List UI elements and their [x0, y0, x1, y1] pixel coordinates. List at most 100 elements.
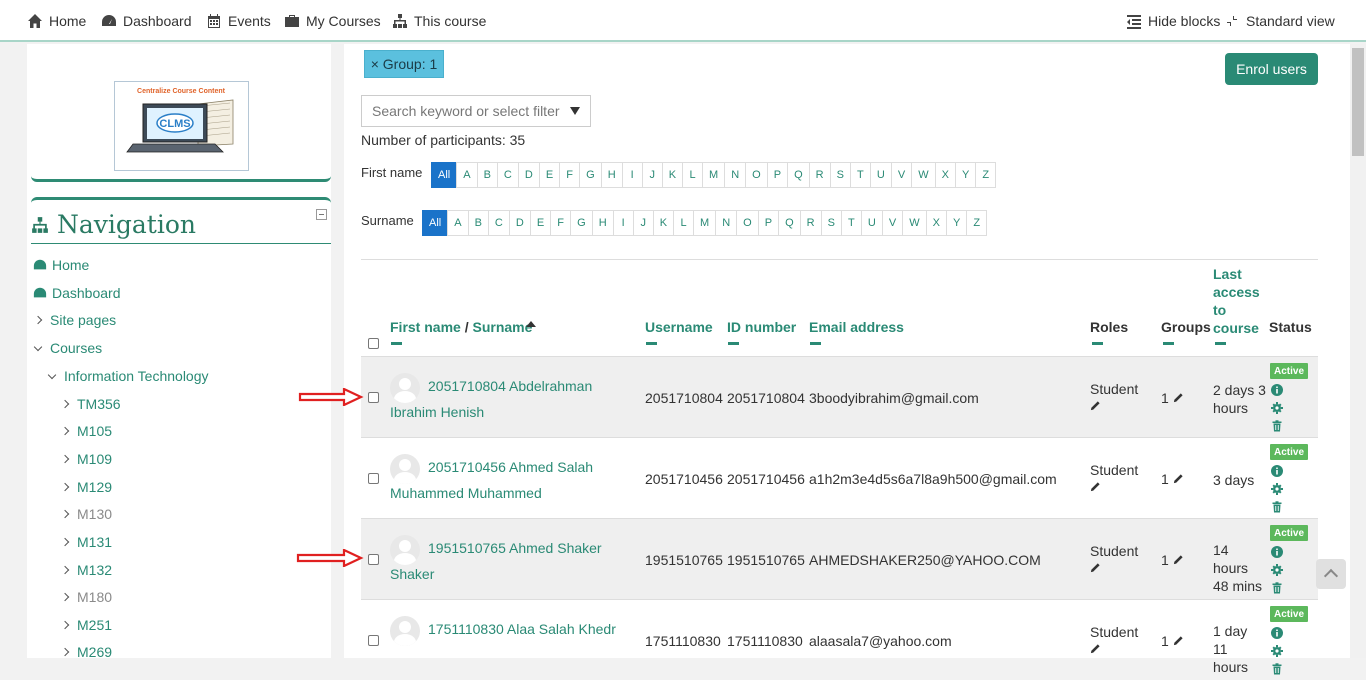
surname-initial-q[interactable]: Q	[778, 210, 801, 236]
info-icon[interactable]	[1271, 545, 1283, 558]
nav-tree-course[interactable]: M131	[60, 534, 112, 550]
participant-name-link[interactable]: 1751110830 Alaa Salah Khedr	[428, 616, 616, 642]
surname-initial-b[interactable]: B	[467, 210, 489, 236]
info-icon[interactable]	[1271, 383, 1283, 396]
participant-name-link[interactable]: 1951510765 Ahmed Shaker	[428, 535, 602, 561]
surname-initial-o[interactable]: O	[736, 210, 759, 236]
nav-this-course[interactable]: This course	[392, 11, 486, 31]
hide-column-icon[interactable]	[646, 342, 657, 345]
nav-tree-course[interactable]: M251	[60, 617, 112, 633]
surname-initial-g[interactable]: G	[570, 210, 593, 236]
nav-tree-dashboard[interactable]: Dashboard	[33, 285, 121, 301]
page-scrollbar[interactable]	[1350, 44, 1366, 658]
trash-icon[interactable]	[1271, 581, 1283, 594]
first-name-initial-w[interactable]: W	[911, 162, 936, 188]
edit-pencil-icon[interactable]	[1090, 400, 1101, 411]
edit-pencil-icon[interactable]	[1090, 643, 1101, 654]
nav-my-courses[interactable]: My Courses	[284, 11, 381, 31]
surname-initial-w[interactable]: W	[902, 210, 927, 236]
info-icon[interactable]	[1271, 626, 1283, 639]
nav-tree-home[interactable]: Home	[33, 257, 89, 273]
surname-initial-v[interactable]: V	[881, 210, 904, 236]
hide-column-icon[interactable]	[1215, 342, 1226, 345]
edit-pencil-icon[interactable]	[1173, 392, 1184, 403]
first-name-initial-j[interactable]: J	[641, 162, 663, 188]
collapse-block-button[interactable]	[316, 209, 327, 220]
nav-tree-course[interactable]: M130	[60, 506, 112, 522]
gear-icon[interactable]	[1271, 644, 1283, 657]
site-logo[interactable]: Centralize Course Content CLMS	[114, 81, 249, 171]
first-name-initial-y[interactable]: Y	[954, 162, 977, 188]
first-name-initial-t[interactable]: T	[849, 162, 871, 188]
first-name-initial-n[interactable]: N	[724, 162, 747, 188]
surname-initial-k[interactable]: K	[652, 210, 675, 236]
first-name-initial-s[interactable]: S	[829, 162, 851, 188]
hide-column-icon[interactable]	[810, 342, 821, 345]
scrollbar-thumb[interactable]	[1352, 48, 1364, 156]
first-name-initial-h[interactable]: H	[600, 162, 623, 188]
first-name-initial-v[interactable]: V	[890, 162, 913, 188]
first-name-initial-r[interactable]: R	[808, 162, 831, 188]
hide-column-icon[interactable]	[728, 342, 739, 345]
surname-initial-e[interactable]: E	[529, 210, 552, 236]
nav-tree-courses[interactable]: Courses	[33, 340, 102, 356]
enrol-users-button[interactable]: Enrol users	[1225, 53, 1318, 85]
surname-initial-i[interactable]: I	[612, 210, 634, 236]
first-name-initial-o[interactable]: O	[745, 162, 768, 188]
nav-home[interactable]: Home	[27, 11, 86, 31]
surname-initial-u[interactable]: U	[860, 210, 883, 236]
surname-initial-s[interactable]: S	[820, 210, 842, 236]
surname-initial-x[interactable]: X	[925, 210, 947, 236]
first-name-initial-c[interactable]: C	[496, 162, 519, 188]
hide-column-icon[interactable]	[1163, 342, 1174, 345]
gear-icon[interactable]	[1271, 401, 1283, 414]
edit-pencil-icon[interactable]	[1173, 635, 1184, 646]
hide-column-icon[interactable]	[391, 342, 402, 345]
participant-name-link-cont[interactable]: Shaker	[390, 561, 434, 587]
edit-pencil-icon[interactable]	[1173, 473, 1184, 484]
first-name-initial-f[interactable]: F	[559, 162, 581, 188]
participant-name-link-cont[interactable]: Muhammed Muhammed	[390, 480, 542, 506]
trash-icon[interactable]	[1271, 500, 1283, 513]
trash-icon[interactable]	[1271, 419, 1283, 432]
first-name-initial-m[interactable]: M	[702, 162, 726, 188]
surname-initial-y[interactable]: Y	[945, 210, 968, 236]
gear-icon[interactable]	[1271, 482, 1283, 495]
sort-surname-link[interactable]: Surname	[472, 319, 532, 335]
surname-initial-r[interactable]: R	[799, 210, 822, 236]
first-name-initial-b[interactable]: B	[476, 162, 498, 188]
nav-tree-course[interactable]: M132	[60, 562, 112, 578]
trash-icon[interactable]	[1271, 662, 1283, 675]
first-name-initial-i[interactable]: I	[621, 162, 643, 188]
first-name-initial-k[interactable]: K	[661, 162, 684, 188]
surname-initial-t[interactable]: T	[840, 210, 862, 236]
participant-name-link[interactable]: 2051710804 Abdelrahman	[428, 373, 592, 399]
gear-icon[interactable]	[1271, 563, 1283, 576]
sort-username-link[interactable]: Username	[645, 319, 713, 335]
row-select-checkbox[interactable]	[368, 635, 379, 646]
row-select-checkbox[interactable]	[368, 554, 379, 565]
surname-initial-m[interactable]: M	[693, 210, 717, 236]
surname-initial-n[interactable]: N	[715, 210, 738, 236]
sort-first-name-link[interactable]: First name	[390, 319, 461, 335]
row-select-checkbox[interactable]	[368, 392, 379, 403]
first-name-initial-p[interactable]: P	[766, 162, 789, 188]
first-name-initial-u[interactable]: U	[869, 162, 892, 188]
standard-view-link[interactable]: Standard view	[1224, 11, 1335, 31]
edit-pencil-icon[interactable]	[1090, 481, 1101, 492]
sort-id-number-link[interactable]: ID number	[727, 319, 796, 335]
edit-pencil-icon[interactable]	[1090, 562, 1101, 573]
nav-events[interactable]: Events	[206, 11, 271, 31]
surname-initial-h[interactable]: H	[591, 210, 614, 236]
nav-tree-course[interactable]: M129	[60, 479, 112, 495]
user-avatar[interactable]	[390, 616, 420, 646]
dropdown-caret-icon[interactable]	[570, 107, 580, 115]
first-name-initial-e[interactable]: E	[538, 162, 561, 188]
row-select-checkbox[interactable]	[368, 473, 379, 484]
select-all-checkbox[interactable]	[368, 338, 379, 349]
back-to-top-button[interactable]	[1316, 559, 1346, 589]
participant-name-link-cont[interactable]: Ibrahim Henish	[390, 399, 484, 425]
hide-blocks-link[interactable]: Hide blocks	[1126, 11, 1220, 31]
first-name-initial-d[interactable]: D	[517, 162, 540, 188]
surname-initial-d[interactable]: D	[508, 210, 531, 236]
